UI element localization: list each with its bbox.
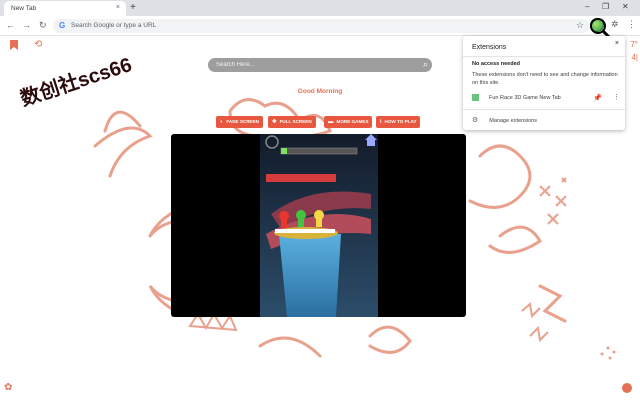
track-top	[266, 174, 336, 182]
manage-extensions-row[interactable]: ⚙ Manage extensions	[472, 116, 537, 124]
tab-title: New Tab	[11, 5, 37, 12]
restore-icon[interactable]: ❐	[602, 2, 609, 11]
full-screen-button[interactable]: ✥ FULL SCREEN	[268, 116, 316, 128]
back-icon[interactable]: ←	[6, 20, 15, 31]
search-icon[interactable]: ⌕	[423, 59, 428, 70]
extension-more-icon[interactable]: ⋮	[613, 93, 620, 101]
popup-title: Extensions	[472, 44, 507, 51]
omnibox[interactable]: G Search Google or type a URL ☆	[53, 19, 590, 33]
manage-extensions-label: Manage extensions	[489, 118, 537, 124]
more-games-label: MORE GAMES	[336, 119, 369, 124]
extension-row[interactable]: Fun Race 3D Game New Tab	[472, 94, 561, 101]
racer-yellow-body	[316, 219, 322, 227]
racer-green	[296, 210, 306, 220]
popup-divider-2	[463, 109, 625, 110]
tab-strip: New Tab × + – ❐ ✕	[0, 0, 640, 16]
racer-red-body	[281, 220, 287, 228]
progress-bar	[280, 147, 358, 155]
racer-red	[279, 211, 289, 221]
weather-secondary: 4|	[631, 53, 638, 62]
page-search-bar[interactable]: ⌕	[208, 58, 432, 72]
popup-description: These extensions don't need to see and c…	[472, 72, 618, 86]
racer-yellow	[314, 210, 324, 220]
extension-icon	[472, 94, 479, 101]
extensions-puzzle-icon[interactable]: ✲	[611, 19, 619, 30]
popup-subtitle: No access needed	[472, 61, 520, 67]
more-games-button[interactable]: ▬ MORE GAMES	[324, 116, 373, 128]
google-icon: G	[59, 21, 66, 30]
games-icon: ▬	[328, 119, 334, 125]
game-scene	[260, 134, 378, 317]
tab-new-tab[interactable]: New Tab ×	[4, 1, 126, 16]
info-icon: i	[380, 119, 382, 125]
extensions-popup: Extensions × No access needed These exte…	[463, 36, 625, 130]
fade-screen-label: FADE SCREEN	[226, 119, 259, 124]
how-to-play-label: HOW TO PLAY	[384, 119, 417, 124]
fullscreen-icon: ✥	[272, 119, 277, 125]
greeting-text: Good Morning	[297, 88, 343, 95]
weather-temperature: 7°	[630, 40, 638, 49]
browser-window: New Tab × + – ❐ ✕ ← → ↻ G Search Google …	[0, 0, 640, 400]
close-tab-icon[interactable]: ×	[116, 4, 120, 11]
bookmark-star-icon[interactable]: ☆	[576, 20, 584, 31]
toolbar: ← → ↻ G Search Google or type a URL ☆	[0, 16, 640, 36]
finish-line	[275, 229, 335, 233]
info-dot-icon[interactable]	[622, 383, 632, 393]
new-tab-button[interactable]: +	[130, 2, 136, 14]
reload-icon[interactable]: ↻	[39, 20, 47, 31]
racer-green-body	[298, 219, 304, 227]
how-to-play-button[interactable]: i HOW TO PLAY	[376, 116, 421, 128]
omnibox-placeholder: Search Google or type a URL	[71, 22, 157, 29]
extension-name: Fun Race 3D Game New Tab	[489, 94, 561, 101]
progress-fill	[281, 148, 287, 154]
game-canvas[interactable]	[171, 134, 466, 317]
browser-menu-icon[interactable]: ⋮	[627, 19, 636, 29]
page-search-input[interactable]	[216, 60, 406, 70]
track-pillar	[279, 234, 341, 317]
window-close-icon[interactable]: ✕	[622, 2, 629, 11]
fade-screen-button[interactable]: ◐ FADE SCREEN	[216, 116, 263, 128]
forward-icon[interactable]: →	[22, 20, 31, 31]
popup-close-icon[interactable]: ×	[615, 40, 619, 47]
pin-icon[interactable]: 📌	[593, 94, 602, 102]
popup-divider	[463, 56, 625, 57]
full-screen-label: FULL SCREEN	[279, 119, 312, 124]
fade-icon: ◐	[220, 119, 224, 125]
history-icon[interactable]: ⟲	[34, 39, 42, 50]
minimize-icon[interactable]: –	[585, 2, 589, 11]
gear-icon: ⚙	[472, 117, 479, 124]
settings-icon[interactable]: ✿	[4, 382, 12, 393]
